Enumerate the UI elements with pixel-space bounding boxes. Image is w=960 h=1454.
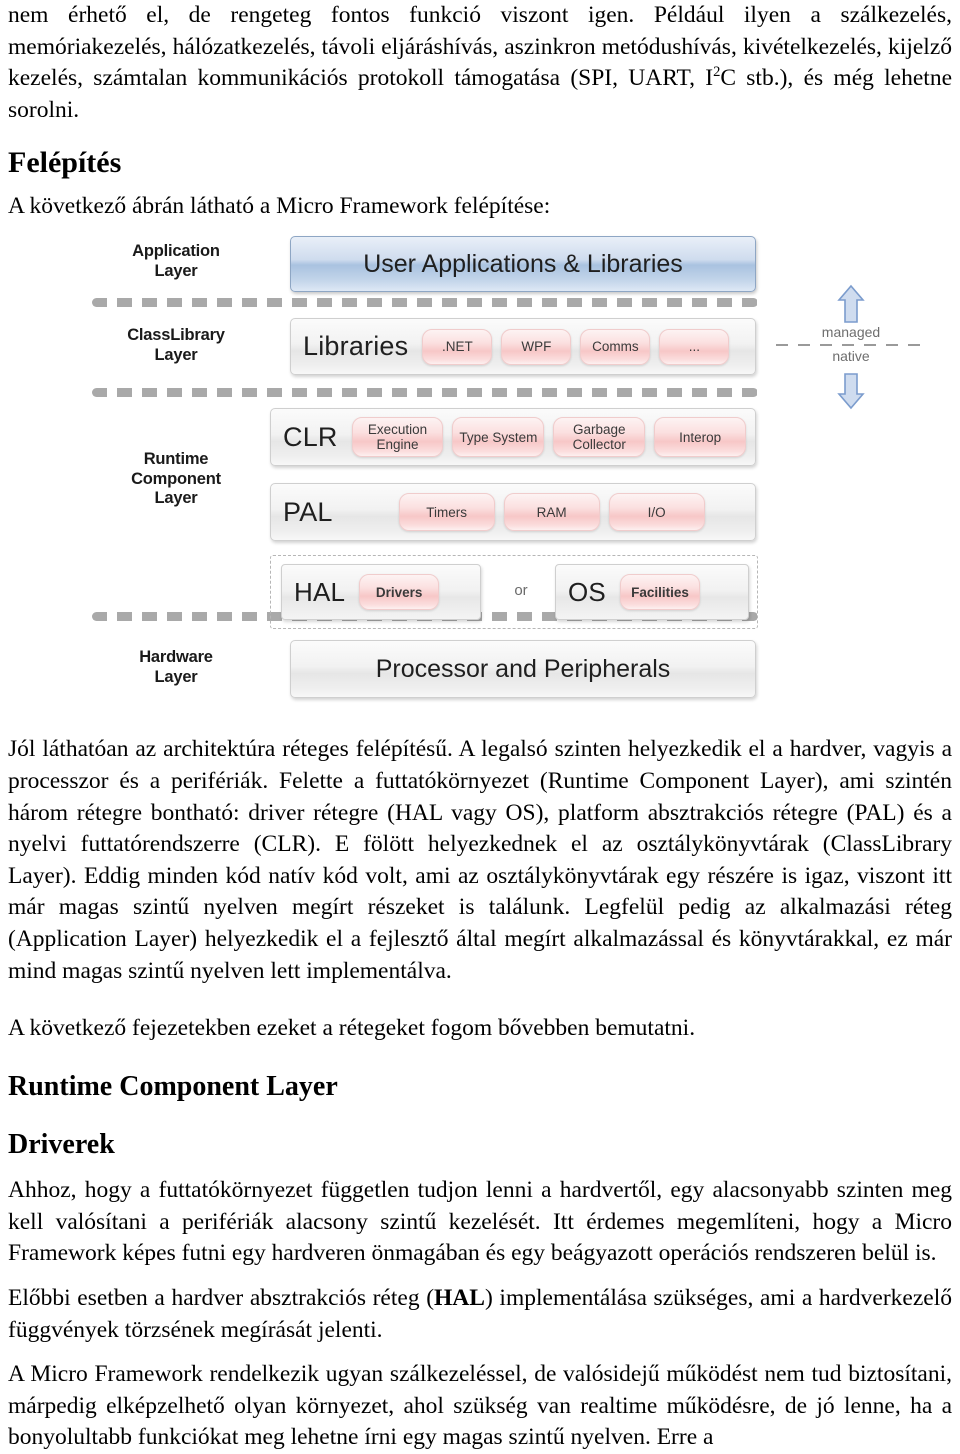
pal-title: PAL: [283, 496, 333, 527]
layer-label-application: Application Layer: [86, 242, 266, 281]
paragraph-drivers-3: A Micro Framework rendelkezik ugyan szál…: [8, 1361, 952, 1451]
clr-pill-garbage-collector: Garbage Collector: [553, 417, 646, 458]
libraries-title: Libraries: [303, 331, 409, 362]
library-pill-comms: Comms: [580, 328, 651, 365]
hardware-bar: Processor and Peripherals: [290, 640, 756, 699]
hal-os-or-label: or: [514, 582, 528, 600]
clr-pill-interop: Interop: [654, 417, 746, 458]
layer-label-application-line2: Layer: [154, 261, 198, 280]
pal-pill-ram: RAM: [503, 493, 600, 532]
application-bar-label: User Applications & Libraries: [363, 249, 683, 278]
library-pill-net: .NET: [422, 328, 493, 365]
layer-separator-2: [92, 388, 758, 398]
paragraph-intro-figure: A következő ábrán látható a Micro Framew…: [8, 192, 551, 219]
hal-box: HAL Drivers: [281, 564, 481, 621]
layer-label-classlibrary: ClassLibrary Layer: [86, 326, 266, 365]
heading-runtime-component-layer: Runtime Component Layer: [8, 1070, 338, 1102]
heading-driverek: Driverek: [8, 1129, 115, 1160]
hal-title: HAL: [294, 576, 346, 607]
document-page: nem érhető el, de rengeteg fontos funkci…: [0, 0, 960, 1450]
layer-label-runtime-line2: Component: [131, 469, 221, 488]
layer-label-hardware-line1: Hardware: [139, 648, 213, 667]
clr-pill-type-system: Type System: [452, 417, 545, 458]
layer-label-classlibrary-line2: Layer: [154, 345, 198, 364]
clr-title: CLR: [283, 421, 338, 452]
clr-bar: CLR Execution Engine Type System Garbage…: [270, 408, 756, 467]
layer-label-runtime-line1: Runtime: [143, 450, 209, 469]
managed-native-divider: [776, 344, 926, 347]
layer-label-runtime-component: Runtime Component Layer: [86, 450, 266, 508]
hal-os-group: HAL Drivers or OS Facilities: [270, 555, 758, 630]
library-pill-more: ...: [659, 328, 730, 365]
libraries-bar: Libraries .NET WPF Comms ...: [290, 318, 756, 376]
clr-pill-execution-engine: Execution Engine: [351, 417, 444, 458]
layer-label-hardware: Hardware Layer: [86, 648, 266, 687]
paragraph-drivers-2-lead: Előbbi esetben a hardver absztrakciós ré…: [8, 1284, 435, 1311]
paragraph-drivers-1: Ahhoz, hogy a futtatókörnyezet független…: [8, 1177, 952, 1267]
hardware-bar-label: Processor and Peripherals: [375, 654, 671, 683]
paragraph-top-lead: nem érhető el, de rengeteg fontos funkci…: [8, 2, 654, 28]
paragraph-after-figure: Jól láthatóan az architektúra réteges fe…: [8, 736, 952, 984]
annotation-managed-label: managed: [821, 324, 881, 341]
heading-felepites: Felépítés: [8, 146, 122, 180]
annotation-native-label: native: [832, 348, 870, 365]
application-bar: User Applications & Libraries: [290, 236, 756, 293]
managed-native-annotation: managed native: [776, 284, 926, 410]
term-hal: HAL: [434, 1284, 485, 1311]
os-box: OS Facilities: [555, 564, 749, 621]
pal-pill-timers: Timers: [398, 493, 495, 532]
arrow-down-icon: [836, 372, 866, 415]
layer-label-runtime-line3: Layer: [154, 489, 198, 508]
layer-label-application-line1: Application: [132, 242, 220, 261]
paragraph-top: nem érhető el, de rengeteg fontos funkci…: [8, 0, 952, 126]
pal-pill-io: I/O: [608, 493, 705, 532]
pal-bar: PAL Timers RAM I/O: [270, 483, 756, 542]
architecture-diagram: Application Layer ClassLibrary Layer Run…: [8, 230, 952, 731]
layer-label-hardware-line2: Layer: [154, 667, 198, 686]
paragraph-next-chapters: A következő fejezetekben ezeket a rétege…: [8, 1015, 696, 1042]
layer-separator-1: [92, 298, 758, 308]
layer-label-classlibrary-line1: ClassLibrary: [127, 326, 225, 345]
os-pill-facilities: Facilities: [619, 574, 700, 611]
paragraph-drivers-2: Előbbi esetben a hardver absztrakciós ré…: [8, 1283, 952, 1346]
library-pill-wpf: WPF: [501, 328, 572, 365]
arrow-up-icon: [836, 284, 866, 329]
os-title: OS: [568, 576, 606, 607]
hal-pill-drivers: Drivers: [359, 574, 440, 611]
